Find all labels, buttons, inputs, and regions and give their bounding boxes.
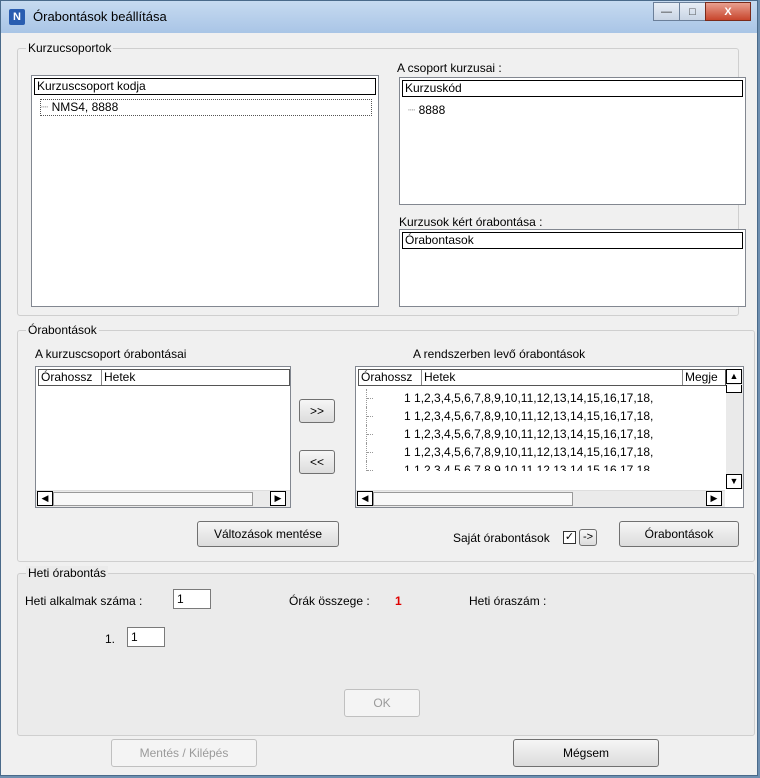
cancel-button[interactable]: Mégsem	[513, 739, 659, 767]
scroll-thumb[interactable]	[373, 492, 573, 506]
group-tree[interactable]: Kurzuscsoport kodja ┈ NMS4, 8888	[31, 75, 379, 307]
scroll-thumb[interactable]	[53, 492, 253, 506]
ok-button[interactable]: OK	[344, 689, 420, 717]
save-changes-button[interactable]: Változások mentése	[197, 521, 339, 547]
title-bar[interactable]: N Órabontások beállítása — □ X	[1, 1, 757, 33]
kurzus-legend: Kurzucsoportok	[26, 41, 114, 55]
requested-label: Kurzusok kért órabontása :	[399, 215, 543, 229]
course-list-item[interactable]: ┈ 8888	[408, 103, 445, 117]
remove-orabontas-button[interactable]: <<	[299, 450, 335, 474]
add-orabontas-button[interactable]: >>	[299, 399, 335, 423]
dialog-client: Kurzucsoportok Kurzuscsoport kodja ┈ NMS…	[7, 33, 755, 771]
scroll-up-icon[interactable]: ▲	[726, 369, 742, 384]
col-hetek[interactable]: Hetek	[422, 370, 683, 385]
heti-hours-label: Heti óraszám :	[469, 594, 547, 608]
window-title: Órabontások beállítása	[33, 9, 167, 24]
group-orabontasok-label: A kurzuscsoport órabontásai	[35, 347, 187, 361]
table-row[interactable]: 1 1,2,3,4,5,6,7,8,9,10,11,12,13,14,15,16…	[358, 407, 718, 425]
own-orabontasok-arrow-button[interactable]: ->	[579, 529, 597, 546]
dialog-window: N Órabontások beállítása — □ X Kurzucsop…	[0, 0, 758, 776]
heti-legend: Heti órabontás	[26, 566, 109, 580]
col-orahossz[interactable]: Órahossz	[39, 370, 102, 385]
table-row[interactable]: 1 1,2,3,4,5,6,7,8,9,10,11,12,13,14,15,16…	[358, 461, 718, 471]
group-tree-header[interactable]: Kurzuscsoport kodja	[34, 78, 376, 95]
save-exit-button[interactable]: Mentés / Kilépés	[111, 739, 257, 767]
requested-list-header[interactable]: Órabontasok	[402, 232, 743, 249]
scroll-right-icon[interactable]: ▶	[706, 491, 722, 506]
col-hetek[interactable]: Hetek	[102, 370, 135, 385]
table-row[interactable]: 1 1,2,3,4,5,6,7,8,9,10,11,12,13,14,15,16…	[358, 443, 718, 461]
scroll-thumb[interactable]	[726, 385, 742, 393]
caption-buttons: — □ X	[653, 2, 751, 22]
col-orahossz[interactable]: Órahossz	[359, 370, 422, 385]
close-button[interactable]: X	[705, 2, 751, 21]
sum-value: 1	[395, 594, 402, 608]
course-list-header[interactable]: Kurzuskód	[402, 80, 743, 97]
col-megjegyzes[interactable]: Megje	[683, 370, 718, 385]
courses-label: A csoport kurzusai :	[397, 61, 502, 75]
scroll-down-icon[interactable]: ▼	[726, 474, 742, 489]
own-orabontasok-checkbox[interactable]: ✓	[563, 531, 576, 544]
scroll-right-icon[interactable]: ▶	[270, 491, 286, 506]
course-list[interactable]: Kurzuskód ┈ 8888	[399, 77, 746, 205]
table-row[interactable]: 1 1,2,3,4,5,6,7,8,9,10,11,12,13,14,15,16…	[358, 389, 718, 407]
group-orabontas-list[interactable]: Órahossz Hetek ◀ ▶	[35, 366, 291, 508]
orabontasok-legend: Órabontások	[26, 323, 99, 337]
group-hscroll[interactable]: ◀ ▶	[36, 490, 290, 507]
system-vscroll[interactable]: ▲ ▼	[726, 369, 743, 489]
heti-count-label: Heti alkalmak száma :	[25, 594, 143, 608]
requested-list[interactable]: Órabontasok	[399, 229, 746, 307]
scroll-left-icon[interactable]: ◀	[37, 491, 53, 506]
heti-row-label: 1.	[105, 632, 116, 646]
minimize-button[interactable]: —	[653, 2, 680, 21]
system-orabontas-header: Órahossz Hetek Megje	[358, 369, 726, 386]
heti-row-input[interactable]: 1	[127, 627, 165, 647]
system-orabontas-list[interactable]: Órahossz Hetek Megje 1 1,2,3,4,5,6,7,8,9…	[355, 366, 744, 508]
table-row[interactable]: 1 1,2,3,4,5,6,7,8,9,10,11,12,13,14,15,16…	[358, 425, 718, 443]
scroll-left-icon[interactable]: ◀	[357, 491, 373, 506]
system-orabontasok-label: A rendszerben levő órabontások	[413, 347, 586, 361]
app-icon: N	[9, 9, 25, 25]
group-tree-item[interactable]: ┈ NMS4, 8888	[40, 99, 372, 116]
group-orabontas-header: Órahossz Hetek	[38, 369, 290, 386]
heti-count-input[interactable]: 1	[173, 589, 211, 609]
sum-label: Órák összege :	[289, 594, 370, 608]
system-hscroll[interactable]: ◀ ▶	[356, 490, 725, 507]
own-orabontasok-label: Saját órabontások	[453, 531, 550, 545]
maximize-button[interactable]: □	[679, 2, 706, 21]
orabontasok-button[interactable]: Órabontások	[619, 521, 739, 547]
